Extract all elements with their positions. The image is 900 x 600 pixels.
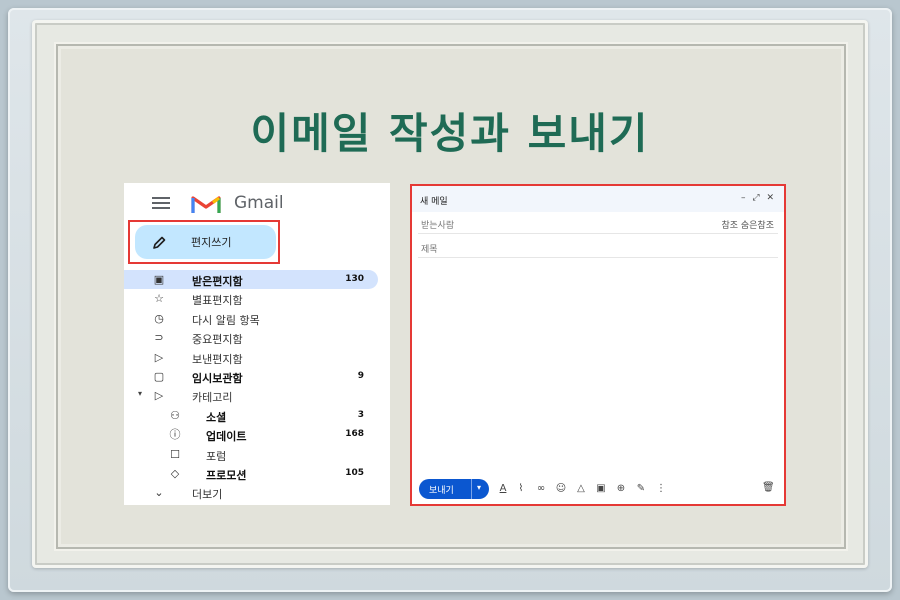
important-icon: ⊃ [154,331,164,345]
more-options-icon[interactable]: ⋮ [654,482,668,496]
compose-window: 새 메일 – ⤢ ✕ 받는사람 참조 숨은참조 제목 보내기 ▾ A ⌇ ∞ ☺… [410,184,786,506]
item-count: 105 [345,467,364,478]
trash-icon[interactable]: 🗑 [762,482,775,496]
more-toggle[interactable]: ⌄ 더보기 [124,483,378,502]
item-count: 3 [357,409,364,420]
text-format-icon[interactable]: A [496,482,510,496]
send-options-icon[interactable]: ▾ [477,483,481,492]
category-item[interactable]: ◇ 프로모션 105 [124,464,378,483]
forum-icon: ☐ [170,447,180,461]
item-count: 168 [345,429,364,440]
sidebar-item-label: 카테고리 [192,391,233,405]
send-split-divider [471,479,472,499]
expand-caret-icon[interactable]: ▾ [138,389,142,398]
sidebar-item-label: 별표편지함 [192,294,243,308]
message-body[interactable] [418,258,778,473]
to-label: 받는사람 [421,221,455,231]
page-title: 이메일 작성과 보내기 [250,109,650,158]
window-controls[interactable]: – ⤢ ✕ [741,193,776,203]
sidebar-item-label: 받은편지함 [192,275,243,288]
more-label: 더보기 [192,488,223,502]
send-icon: ▷ [154,350,164,364]
compose-title: 새 메일 [420,197,448,207]
clock-icon: ◷ [154,311,164,325]
draft-icon: ▢ [153,369,165,383]
link-icon[interactable]: ∞ [534,482,548,496]
people-icon: ⚇ [170,408,180,422]
to-field[interactable]: 받는사람 참조 숨은참조 [418,212,778,234]
sidebar-item-label: 프로모션 [206,468,247,482]
confidential-lock-icon[interactable]: ⊕ [614,482,628,496]
label-icon: ▷ [154,389,164,403]
sidebar-nav: ▣ 받은편지함 130 ☆ 별표편지함 ◷ 다시 알림 항목 ⊃ 중요편지함 ▷ 보낸편지함 ▢ 임시보… [124,270,390,503]
sidebar-item-label: 업데이트 [206,430,247,444]
tag-icon: ◇ [170,466,180,480]
sidebar-item[interactable]: ▢ 임시보관함 9 [124,367,378,386]
drive-icon[interactable]: △ [574,482,588,496]
pencil-icon [153,236,166,249]
inbox-icon: ▣ [153,273,165,286]
sidebar-item-label: 포럼 [206,449,227,463]
signature-pen-icon[interactable]: ✎ [634,482,648,496]
sidebar-item-label: 보낸편지함 [192,352,243,366]
send-label: 보내기 [429,486,454,496]
sidebar-item[interactable]: ◷ 다시 알림 항목 [124,309,378,328]
cc-bcc-links[interactable]: 참조 숨은참조 [721,218,774,231]
subject-label: 제목 [421,245,438,255]
sidebar-item-label: 임시보관함 [192,371,243,385]
subject-field[interactable]: 제목 [418,236,778,258]
sidebar-item[interactable]: ☆ 별표편지함 [124,289,378,308]
chevron-down-icon: ⌄ [154,486,164,500]
compose-button[interactable]: 편지쓰기 [135,225,276,259]
item-count: 9 [357,370,364,381]
sidebar-item[interactable]: ▣ 받은편지함 130 [124,270,378,290]
gmail-logo-icon [191,196,221,213]
gmail-brand-text: Gmail [234,193,284,213]
sidebar-item[interactable]: ⊃ 중요편지함 [124,328,378,347]
category-item[interactable]: ⚇ 소셜 3 [124,406,378,425]
menu-icon[interactable] [152,197,170,209]
category-item[interactable]: ⓘ 업데이트 168 [124,425,378,444]
star-icon: ☆ [154,292,164,306]
sidebar-item[interactable]: ▾ ▷ 카테고리 [124,386,378,405]
compose-titlebar: 새 메일 – ⤢ ✕ [412,186,784,212]
sidebar-item-label: 소셜 [206,410,227,424]
category-item[interactable]: ☐ 포럼 [124,445,378,464]
compose-toolbar: 보내기 ▾ A ⌇ ∞ ☺ △ ▣ ⊕ ✎ ⋮ 🗑 [412,476,784,502]
emoji-icon[interactable]: ☺ [554,482,568,496]
sidebar-item[interactable]: ▷ 보낸편지함 [124,348,378,367]
photo-icon[interactable]: ▣ [594,482,608,496]
compose-label: 편지쓰기 [191,236,232,249]
info-icon: ⓘ [169,428,181,442]
send-button[interactable]: 보내기 ▾ [419,479,489,499]
sidebar-item-label: 다시 알림 항목 [192,313,260,327]
item-count: 130 [345,274,364,284]
attach-icon[interactable]: ⌇ [514,482,528,496]
gmail-sidebar: Gmail 편지쓰기 ▣ 받은편지함 130 ☆ 별표편지함 ◷ 다시 알림 항목 ⊃ 중요편지… [124,183,390,505]
sidebar-item-label: 중요편지함 [192,333,243,347]
sidebar-header: Gmail [124,183,390,221]
